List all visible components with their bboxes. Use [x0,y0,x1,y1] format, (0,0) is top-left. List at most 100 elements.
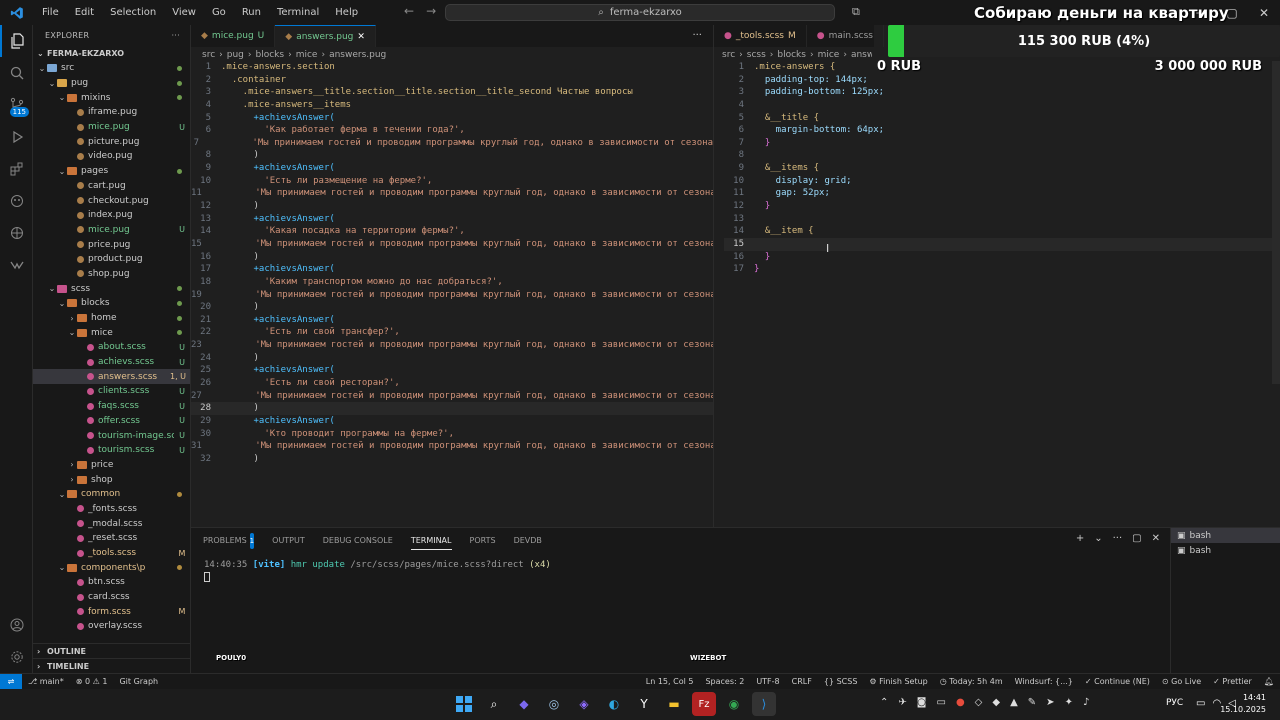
tray-discord-icon[interactable]: ◙ [917,697,927,708]
file-explorer-icon[interactable]: ▬ [662,692,686,716]
back-arrow-icon[interactable]: ← [404,4,414,18]
encoding[interactable]: UTF-8 [750,677,785,686]
menu-run[interactable]: Run [234,7,269,18]
tree-folder[interactable]: ⌄ mixins [33,90,190,105]
tab-answers-pug[interactable]: ◆ answers.pug ✕ [275,25,376,47]
tree-file[interactable]: iframe.pug [33,105,190,120]
tree-file[interactable]: mice.pug U [33,223,190,238]
tree-folder[interactable]: ⌄ common [33,487,190,502]
tray-app-icon[interactable]: ✈ [898,697,906,708]
menu-view[interactable]: View [164,7,204,18]
tray-telegram-icon[interactable]: ➤ [1046,697,1054,708]
tree-file[interactable]: achievs.scss U [33,355,190,370]
prettier-status[interactable]: ✓ Prettier [1207,677,1258,686]
breadcrumb-item[interactable]: blocks [777,50,806,60]
windows-start-icon[interactable] [452,692,476,716]
tree-file[interactable]: tourism-image.scss U [33,428,190,443]
tab-debug-console[interactable]: DEBUG CONSOLE [323,532,393,550]
tab-mice-pug[interactable]: ◆ mice.pug U [191,25,276,47]
tree-file[interactable]: tourism.scss U [33,443,190,458]
tray-chevron-up-icon[interactable]: ⌃ [880,697,888,708]
steam-icon[interactable]: ◎ [542,692,566,716]
project-root[interactable]: ⌄ FERMA-EKZARXO [33,45,190,61]
yandex-icon[interactable]: Y [632,692,656,716]
finish-setup-button[interactable]: ⚙ Finish Setup [863,677,933,686]
tray-app-icon[interactable]: ◆ [992,697,1000,708]
tab-problems[interactable]: PROBLEMS 1 [203,532,255,550]
tree-folder[interactable]: ⌄ components\p [33,560,190,575]
breadcrumb-item[interactable]: src [722,50,735,60]
menu-go[interactable]: Go [204,7,234,18]
maximize-panel-icon[interactable]: ▢ [1132,533,1141,544]
tab-tools-scss[interactable]: ● _tools.scss M [714,25,807,47]
copilot-icon[interactable]: ⧉ [852,5,860,19]
menu-edit[interactable]: Edit [67,7,102,18]
tray-app-icon[interactable]: ◇ [975,697,983,708]
breadcrumb-item[interactable]: blocks [256,50,285,60]
tree-file[interactable]: overlay.scss [33,619,190,634]
tree-file[interactable]: clients.scss U [33,384,190,399]
chrome-icon[interactable]: ◉ [722,692,746,716]
notifications-bell-icon[interactable]: 🔔︎ [1258,677,1280,686]
menu-terminal[interactable]: Terminal [269,7,327,18]
git-branch[interactable]: ⎇ main* [22,677,70,686]
remote-explorer-icon[interactable] [0,217,33,249]
tree-folder[interactable]: › price [33,458,190,473]
tab-ports[interactable]: PORTS [470,532,496,550]
tree-file[interactable]: _tools.scss M [33,546,190,561]
search-icon[interactable] [0,57,33,89]
tree-file[interactable]: btn.scss [33,575,190,590]
editor-scrollbar[interactable] [1272,61,1280,384]
explorer-icon[interactable] [0,25,33,57]
language-mode[interactable]: {} SCSS [818,677,864,686]
breadcrumb-item[interactable]: answe [851,50,872,60]
go-live-button[interactable]: ⊙ Go Live [1156,677,1207,686]
menu-file[interactable]: File [34,7,67,18]
code-editor-right[interactable]: 1 .mice-answers {2 padding-top: 144px; 3 p… [724,61,1274,281]
tray-app-icon[interactable]: ✎ [1028,697,1036,708]
tray-app-icon[interactable]: ▲ [1010,697,1018,708]
menu-selection[interactable]: Selection [102,7,164,18]
breadcrumb-item[interactable]: mice [296,50,318,60]
breadcrumb-item[interactable]: scss [747,50,766,60]
close-panel-icon[interactable]: ✕ [1152,533,1160,544]
problems-indicator[interactable]: ⊗ 0 ⚠ 1 [70,677,114,686]
tree-folder[interactable]: ⌄ pug [33,76,190,91]
more-actions-icon[interactable]: ··· [692,30,702,41]
terminal-item-bash[interactable]: ▣ bash [1171,528,1280,543]
timeline-section[interactable]: › TIMELINE [33,658,190,673]
tree-folder[interactable]: ⌄ scss [33,281,190,296]
tree-file[interactable]: video.pug [33,149,190,164]
windsurf-status[interactable]: Windsurf: {...} [1009,677,1079,686]
tree-file[interactable]: about.scss U [33,340,190,355]
tray-app-icon[interactable]: ▭ [936,697,945,708]
account-icon[interactable] [0,609,33,641]
tree-file[interactable]: picture.pug [33,134,190,149]
vscode-taskbar-icon[interactable]: ⟩ [752,692,776,716]
line-ending[interactable]: CRLF [786,677,818,686]
breadcrumb-item[interactable]: answers.pug [329,50,386,60]
tab-devdb[interactable]: DEVDB [514,532,542,550]
tree-file[interactable]: answers.scss 1, U [33,369,190,385]
command-center[interactable]: ⌕ ferma-ekzarxo [445,4,835,21]
tree-file[interactable]: faqs.scss U [33,399,190,414]
more-actions-icon[interactable]: ··· [1113,533,1123,544]
tree-folder[interactable]: ⌄ pages [33,164,190,179]
git-graph-button[interactable]: Git Graph [113,677,164,686]
tree-file[interactable]: _modal.scss [33,516,190,531]
edge-icon[interactable]: ◐ [602,692,626,716]
chevron-down-icon[interactable]: ⌄ [1094,533,1102,544]
forward-arrow-icon[interactable]: → [426,4,436,18]
microphone-icon[interactable]: ♪ [1083,697,1089,708]
monitor-icon[interactable]: ▭ [1196,698,1205,709]
terminal-item-bash[interactable]: ▣ bash [1171,543,1280,558]
tab-output[interactable]: OUTPUT [272,532,305,550]
continue-status[interactable]: ✓ Continue (NE) [1079,677,1156,686]
breadcrumb-item[interactable]: pug [227,50,244,60]
tray-app-icon[interactable]: ● [956,697,965,708]
source-control-icon[interactable]: 115 [0,89,33,121]
extensions-icon[interactable] [0,153,33,185]
tab-main-scss[interactable]: ● main.scss [807,25,884,47]
terminal-output[interactable]: 14:40:35 [vite] hmr update /src/scss/pag… [204,560,551,582]
filezilla-icon[interactable]: Fz [692,692,716,716]
